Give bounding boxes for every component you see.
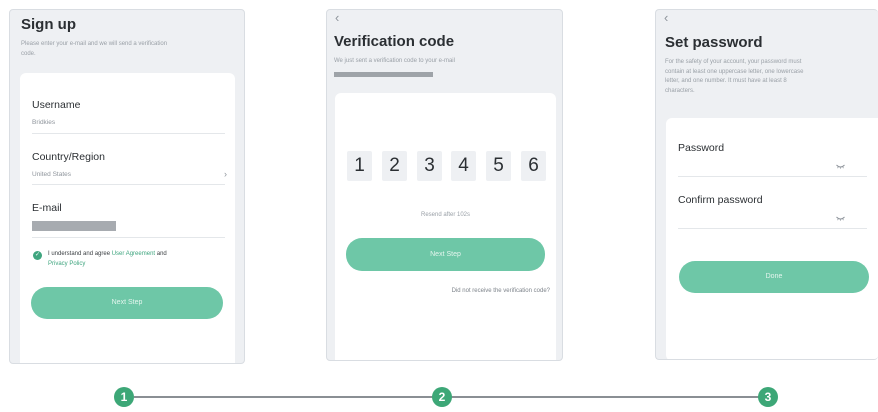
signup-subtitle-line-1: Please enter your e-mail and we will sen… (21, 41, 168, 47)
country-region-label: Country/Region (32, 151, 105, 163)
step-1-badge: 1 (114, 387, 134, 407)
signup-flow-illustration: Sign up Please enter your e-mail and we … (0, 0, 878, 412)
verification-screen: ‹ Verification code We just sent a verif… (326, 9, 563, 361)
confirm-password-field[interactable] (678, 228, 867, 229)
agreement-prefix: I understand and agree (48, 251, 112, 257)
signup-screen: Sign up Please enter your e-mail and we … (9, 9, 245, 364)
chevron-left-icon[interactable]: ‹ (664, 11, 668, 24)
eye-closed-icon[interactable] (836, 216, 845, 221)
signup-subtitle: Please enter your e-mail and we will sen… (21, 40, 236, 59)
password-field[interactable] (678, 176, 867, 177)
code-digit-5[interactable]: 5 (486, 151, 511, 181)
privacy-policy-link[interactable]: Privacy Policy (48, 261, 85, 267)
password-requirements-line-1: For the safety of your account, your pas… (665, 59, 802, 65)
verification-title: Verification code (334, 33, 455, 50)
email-label: E-mail (32, 202, 62, 214)
signup-form-card: Username Bridkies Country/Region United … (20, 73, 235, 363)
code-digit-2[interactable]: 2 (382, 151, 407, 181)
password-requirements: For the safety of your account, your pas… (665, 58, 877, 96)
password-label: Password (678, 142, 725, 154)
agreement-mid: and (155, 251, 167, 257)
signup-next-step-button[interactable]: Next Step (31, 287, 223, 319)
resend-countdown: Resend after 102s (420, 212, 471, 218)
code-digit-6[interactable]: 6 (521, 151, 546, 181)
user-agreement-link[interactable]: User Agreement (112, 251, 155, 257)
username-label: Username (32, 99, 81, 111)
set-password-screen: ‹ Set password For the safety of your ac… (655, 9, 878, 360)
verification-next-step-button[interactable]: Next Step (346, 238, 545, 271)
done-button[interactable]: Done (679, 261, 869, 293)
email-address-masked (334, 72, 433, 77)
agreement-text: I understand and agree User Agreement an… (48, 249, 233, 269)
check-circle-icon[interactable]: ✓ (33, 251, 42, 260)
set-password-card: Password Confirm password Done (666, 118, 878, 359)
code-digit-3[interactable]: 3 (417, 151, 442, 181)
not-received-code-link[interactable]: Did not receive the verification code? (452, 288, 550, 294)
verification-card: 1 2 3 4 5 6 Resend after 102s Next Step … (335, 93, 556, 360)
verification-subtitle: We just sent a verification code to your… (334, 58, 455, 64)
eye-closed-icon[interactable] (836, 164, 845, 169)
step-3-badge: 3 (758, 387, 778, 407)
step-2-badge: 2 (432, 387, 452, 407)
username-field[interactable]: Bridkies (32, 119, 55, 126)
signup-subtitle-line-2: code. (21, 50, 36, 57)
password-requirements-line-3: letter, and one number. It must have at … (665, 78, 787, 84)
signup-title: Sign up (21, 16, 76, 33)
email-field[interactable] (32, 221, 116, 231)
chevron-left-icon[interactable]: ‹ (335, 11, 339, 24)
confirm-password-label: Confirm password (678, 194, 763, 206)
country-divider (32, 184, 225, 185)
password-requirements-line-2: contain at least one uppercase letter, o… (665, 68, 804, 75)
chevron-right-icon[interactable]: › (224, 169, 227, 179)
country-region-select[interactable]: United States (32, 171, 71, 178)
email-divider (32, 237, 225, 238)
code-digit-4[interactable]: 4 (451, 151, 476, 181)
password-requirements-line-4: characters. (665, 87, 695, 94)
set-password-title: Set password (665, 34, 763, 51)
code-digit-1[interactable]: 1 (347, 151, 372, 181)
username-divider (32, 133, 225, 134)
